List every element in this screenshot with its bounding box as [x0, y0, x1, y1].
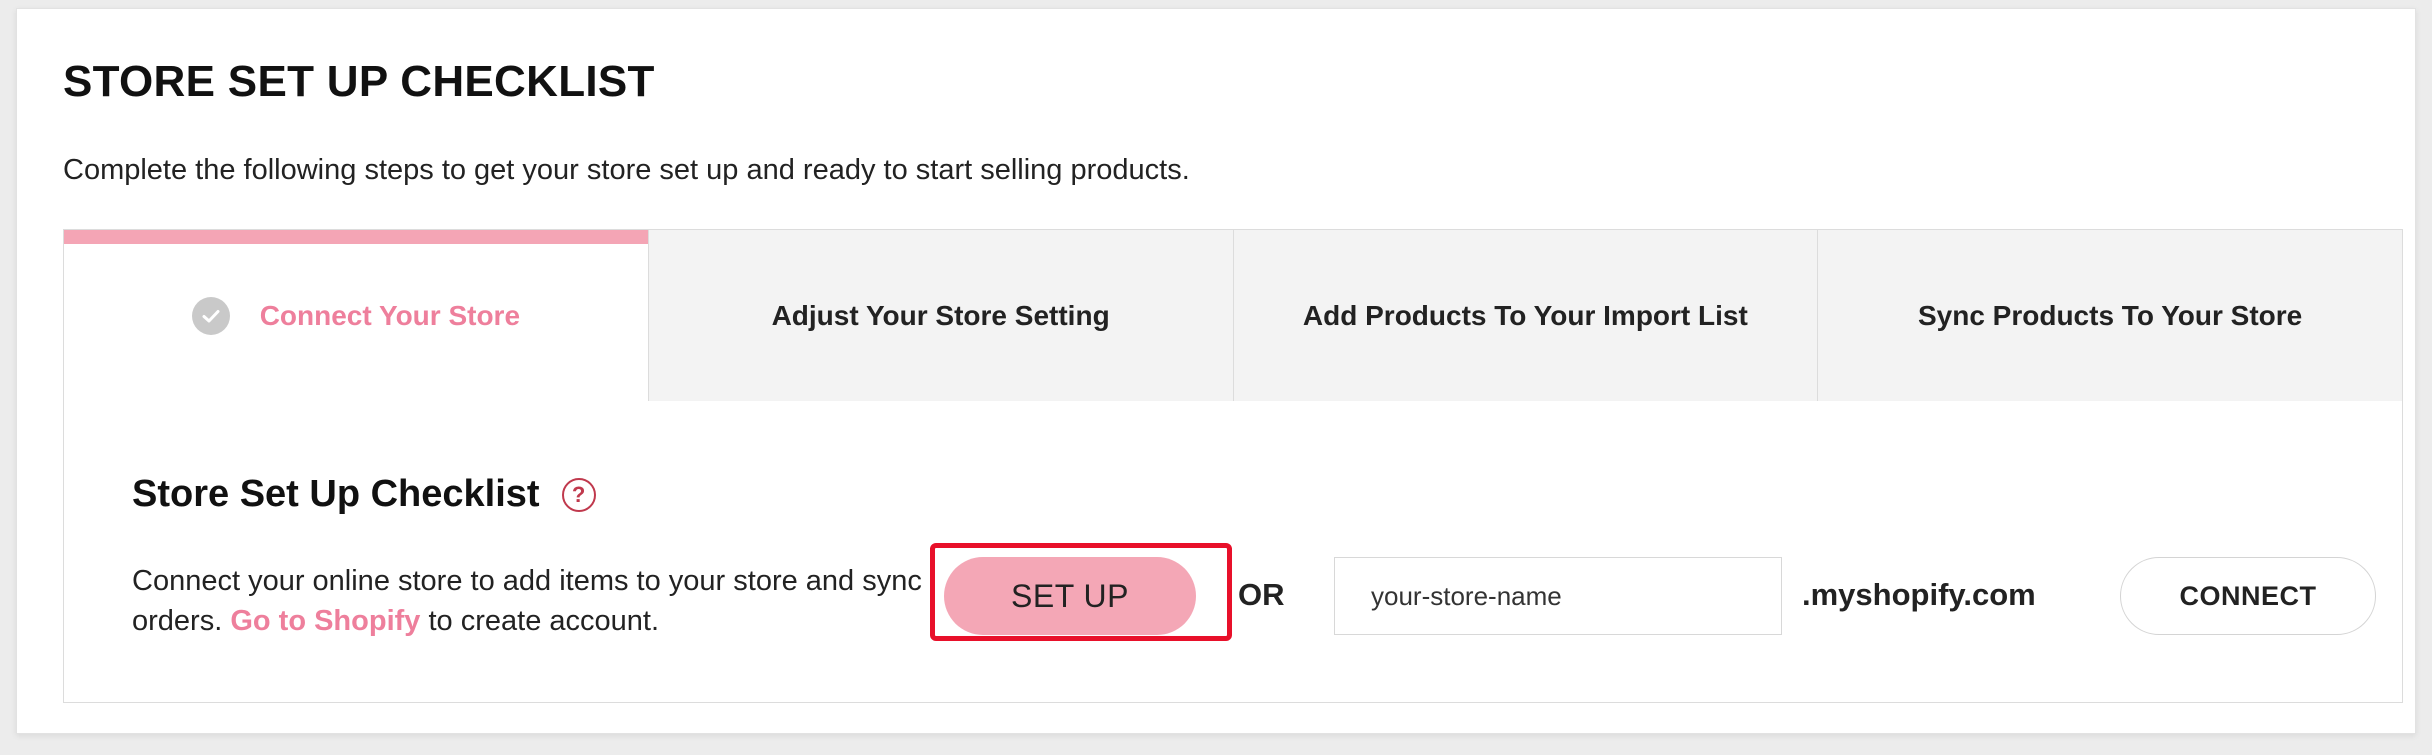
tab-label: Add Products To Your Import List: [1302, 299, 1748, 331]
connect-button[interactable]: CONNECT: [2120, 557, 2376, 635]
tab-add-products-import-list[interactable]: Add Products To Your Import List: [1232, 230, 1818, 402]
question-circle-icon[interactable]: ?: [561, 477, 596, 512]
page-title: STORE SET UP CHECKLIST: [63, 57, 655, 106]
check-circle-icon: [191, 297, 230, 335]
checklist-card: STORE SET UP CHECKLIST Complete the foll…: [16, 8, 2416, 734]
domain-suffix: .myshopify.com: [1802, 577, 2036, 612]
setup-button[interactable]: SET UP: [944, 557, 1196, 635]
section-title-text: Store Set Up Checklist: [132, 473, 540, 515]
instructions-text-end: to create account.: [420, 605, 660, 637]
step-tabs: Connect Your Store Adjust Your Store Set…: [63, 229, 2403, 402]
connect-store-panel: Store Set Up Checklist ? Connect your on…: [63, 401, 2403, 703]
store-name-input[interactable]: [1334, 557, 1782, 635]
section-title: Store Set Up Checklist ?: [132, 473, 596, 516]
tab-label: Sync Products To Your Store: [1917, 299, 2303, 331]
tab-label: Adjust Your Store Setting: [771, 299, 1110, 331]
tab-adjust-store-setting[interactable]: Adjust Your Store Setting: [647, 230, 1233, 402]
tab-sync-products[interactable]: Sync Products To Your Store: [1817, 230, 2402, 402]
page-description: Complete the following steps to get your…: [63, 154, 1190, 186]
connect-instructions: Connect your online store to add items t…: [132, 561, 932, 641]
or-separator: OR: [1238, 577, 1285, 612]
go-to-shopify-link[interactable]: Go to Shopify: [230, 605, 420, 637]
tab-label: Connect Your Store: [259, 300, 521, 331]
tab-connect-your-store[interactable]: Connect Your Store: [64, 230, 648, 402]
